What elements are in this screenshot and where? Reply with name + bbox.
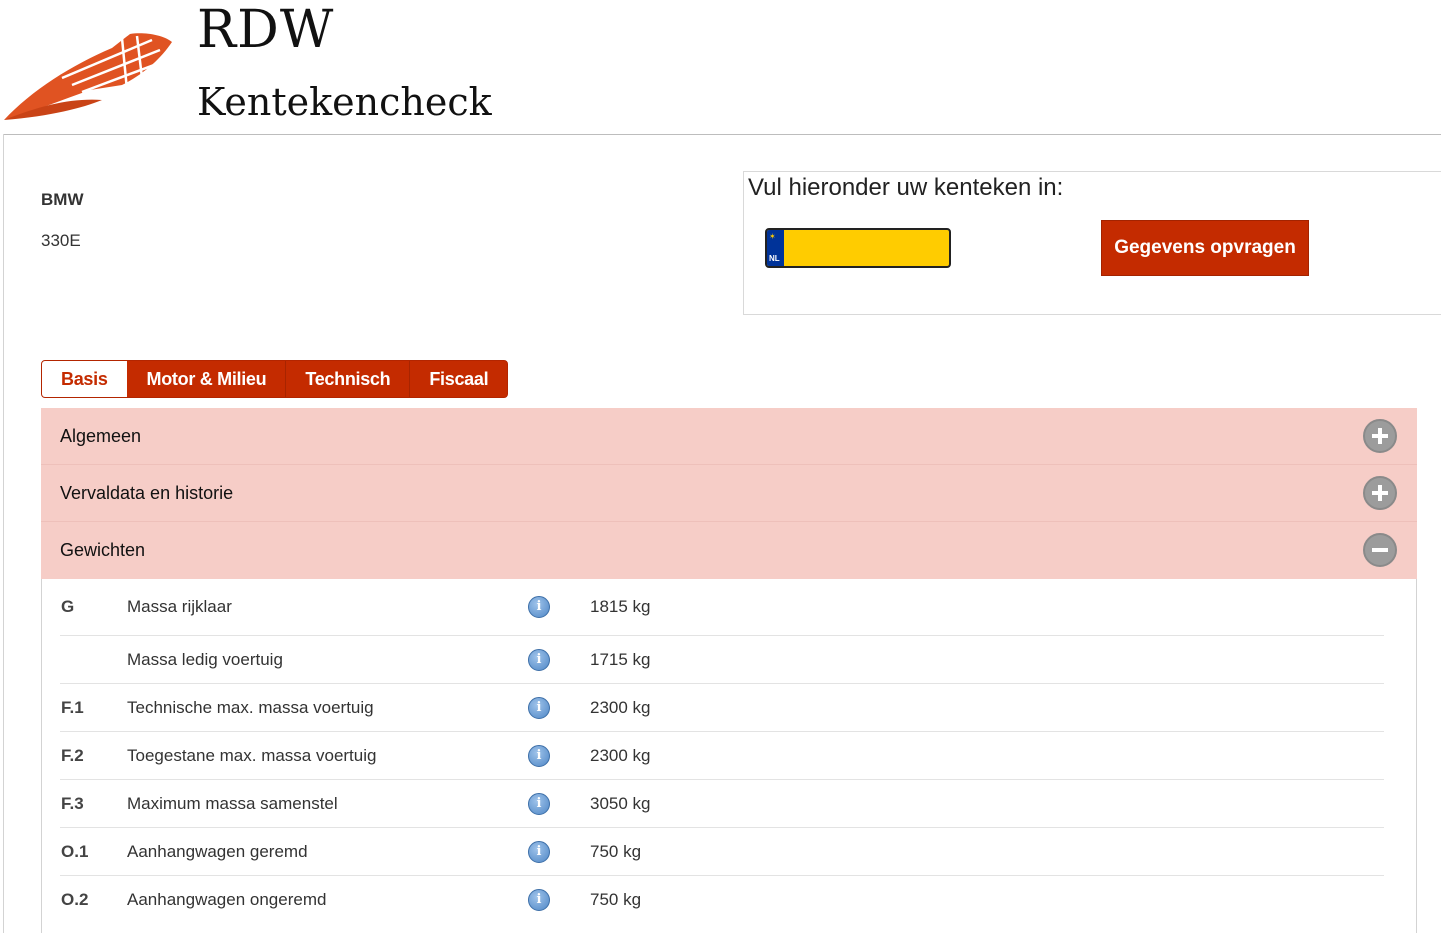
field-value: 750 kg (590, 841, 642, 861)
table-row: O.1 Aanhangwagen geremd i 750 kg (60, 828, 1384, 876)
rdw-logo-icon[interactable] (2, 30, 174, 125)
plate-search-label: Vul hieronder uw kenteken in: (748, 174, 1064, 201)
field-label: Aanhangwagen geremd (127, 841, 308, 861)
header-divider (3, 134, 1441, 135)
table-row: G Massa rijklaar i 1815 kg (60, 579, 1384, 636)
plate-search-panel: Vul hieronder uw kenteken in: ✶ NL Gegev… (743, 171, 1441, 315)
tab-fiscaal[interactable]: Fiscaal (410, 361, 508, 397)
info-icon[interactable]: i (528, 596, 550, 618)
brand-title: RDW (197, 0, 335, 60)
field-label: Massa rijklaar (127, 597, 232, 616)
field-value: 2300 kg (590, 745, 651, 765)
info-icon[interactable]: i (528, 889, 550, 911)
brand-subtitle: Kentekencheck (197, 80, 492, 124)
section-header-gewichten[interactable]: Gewichten (41, 522, 1417, 579)
eu-flag-icon: ✶ NL (767, 230, 784, 266)
table-row: F.1 Technische max. massa voertuig i 230… (60, 684, 1384, 732)
minus-circle-icon[interactable] (1363, 533, 1397, 567)
info-icon[interactable]: i (528, 648, 550, 671)
tab-basis[interactable]: Basis (42, 361, 128, 397)
plus-circle-icon[interactable] (1363, 476, 1397, 510)
license-plate-field[interactable]: ✶ NL (765, 228, 951, 268)
plate-country-code: NL (769, 254, 780, 263)
info-icon[interactable]: i (528, 696, 550, 719)
category-tabs: Basis Motor & Milieu Technisch Fiscaal (41, 360, 509, 398)
field-value: 3050 kg (590, 793, 651, 813)
field-code: O.2 (61, 890, 89, 909)
field-label: Maximum massa samenstel (127, 793, 338, 813)
section-title: Vervaldata en historie (60, 482, 234, 503)
table-row: F.3 Maximum massa samenstel i 3050 kg (60, 780, 1384, 828)
section-title: Algemeen (60, 425, 142, 446)
vehicle-make: BMW (41, 190, 84, 209)
field-label: Toegestane max. massa voertuig (127, 745, 377, 765)
eu-stars-icon: ✶ (769, 232, 776, 241)
field-label: Technische max. massa voertuig (127, 697, 374, 717)
content-left-border (3, 134, 4, 933)
field-value: 1715 kg (590, 649, 651, 669)
table-row: O.2 Aanhangwagen ongeremd i 750 kg (60, 876, 1384, 924)
vehicle-model: 330E (41, 231, 81, 250)
table-row: Massa ledig voertuig i 1715 kg (60, 636, 1384, 684)
info-icon[interactable]: i (528, 840, 550, 863)
field-code: O.1 (61, 841, 89, 861)
field-value: 750 kg (590, 890, 642, 909)
field-code: F.1 (61, 697, 84, 717)
field-label: Aanhangwagen ongeremd (127, 890, 327, 909)
field-label: Massa ledig voertuig (127, 649, 283, 669)
section-title: Gewichten (60, 540, 146, 560)
field-value: 1815 kg (590, 597, 651, 616)
plus-circle-icon[interactable] (1363, 419, 1397, 453)
field-code: G (61, 597, 75, 616)
tab-technisch[interactable]: Technisch (286, 361, 411, 397)
license-plate-input[interactable] (785, 230, 949, 266)
section-header-algemeen[interactable]: Algemeen (41, 408, 1417, 465)
weights-table: G Massa rijklaar i 1815 kg Massa ledig v… (41, 579, 1417, 933)
field-value: 2300 kg (590, 697, 651, 717)
details-accordion: Algemeen Vervaldata en historie Gewichte… (41, 408, 1417, 933)
table-row: F.2 Toegestane max. massa voertuig i 230… (60, 732, 1384, 780)
section-header-vervaldata[interactable]: Vervaldata en historie (41, 465, 1417, 522)
tab-motor-milieu[interactable]: Motor & Milieu (127, 361, 287, 397)
field-code: F.2 (61, 745, 84, 765)
field-code: F.3 (61, 793, 84, 813)
site-header: RDW Kentekencheck (0, 0, 1441, 135)
info-icon[interactable]: i (528, 792, 550, 815)
submit-plate-button[interactable]: Gegevens opvragen (1101, 220, 1309, 276)
info-icon[interactable]: i (528, 744, 550, 767)
